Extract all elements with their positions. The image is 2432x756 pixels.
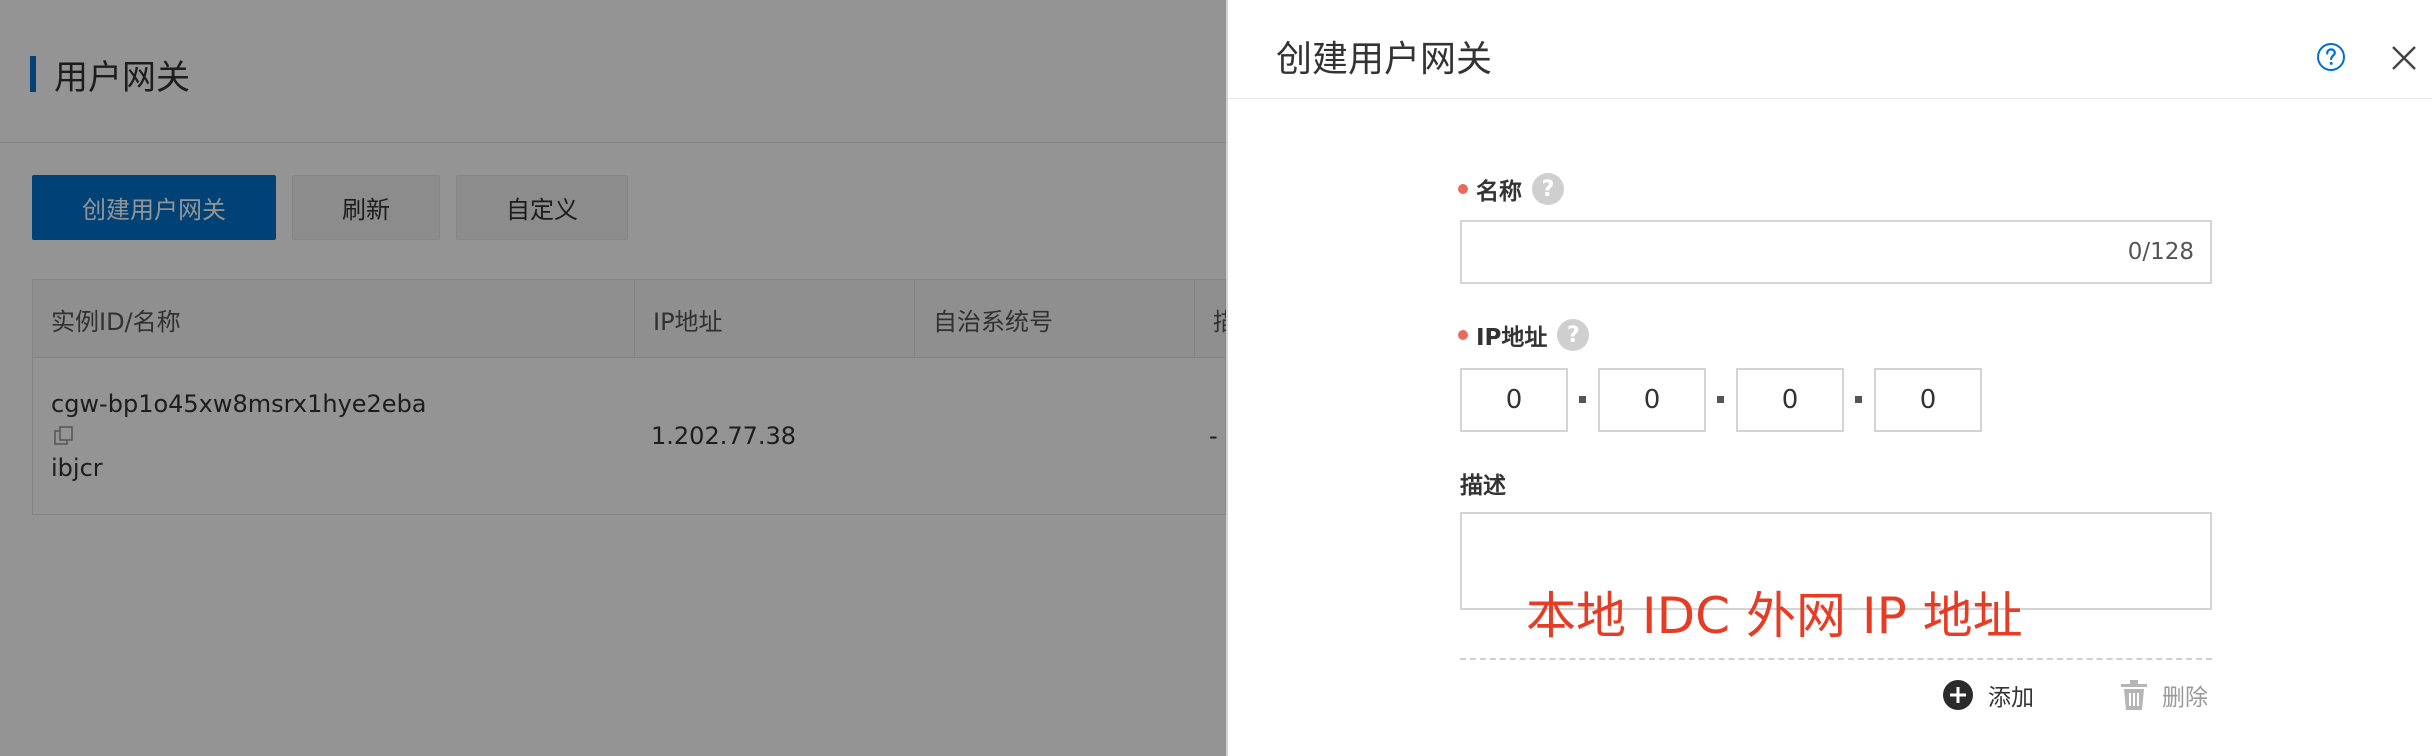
delete-label: 删除 [2162,685,2208,711]
ip-octet-4-input[interactable]: 0 [1874,368,1982,432]
ip-help-icon[interactable]: ? [1557,319,1590,351]
name-label-row: 名称 ? [1458,172,1564,206]
ip-octet-1-input[interactable]: 0 [1460,368,1568,432]
ip-separator [1855,396,1862,403]
name-char-counter: 0/128 [2127,239,2194,265]
question-circle-icon[interactable] [2316,42,2346,72]
close-icon[interactable] [2390,44,2418,72]
dashed-divider [1460,658,2212,660]
add-button[interactable]: 添加 [1942,678,2034,712]
ip-octet-3-input[interactable]: 0 [1736,368,1844,432]
modal-overlay[interactable] [0,0,1226,756]
ip-label-row: IP地址 ? [1458,318,1590,352]
required-dot [1458,184,1468,194]
ip-label: IP地址 [1476,325,1548,351]
trash-icon [2121,680,2147,710]
drawer-title: 创建用户网关 [1276,39,1493,80]
required-dot [1458,330,1468,340]
ip-octet-2-input[interactable]: 0 [1598,368,1706,432]
create-gateway-drawer: 创建用户网关 名称 ? 0/128 IP地址 ? 0 0 0 0 描述 本地 I… [1226,0,2432,756]
annotation-text: 本地 IDC 外网 IP 地址 [1526,587,2023,645]
ip-separator [1717,396,1724,403]
delete-button[interactable]: 删除 [2120,678,2208,712]
name-help-icon[interactable]: ? [1532,173,1564,205]
ip-separator [1579,396,1586,403]
add-label: 添加 [1988,685,2034,711]
name-label: 名称 [1476,179,1522,205]
description-label: 描述 [1460,473,1506,499]
description-label-row: 描述 [1460,466,1506,500]
plus-circle-icon [1943,680,1973,710]
name-input[interactable]: 0/128 [1460,220,2212,284]
drawer-header-divider [1228,98,2432,99]
